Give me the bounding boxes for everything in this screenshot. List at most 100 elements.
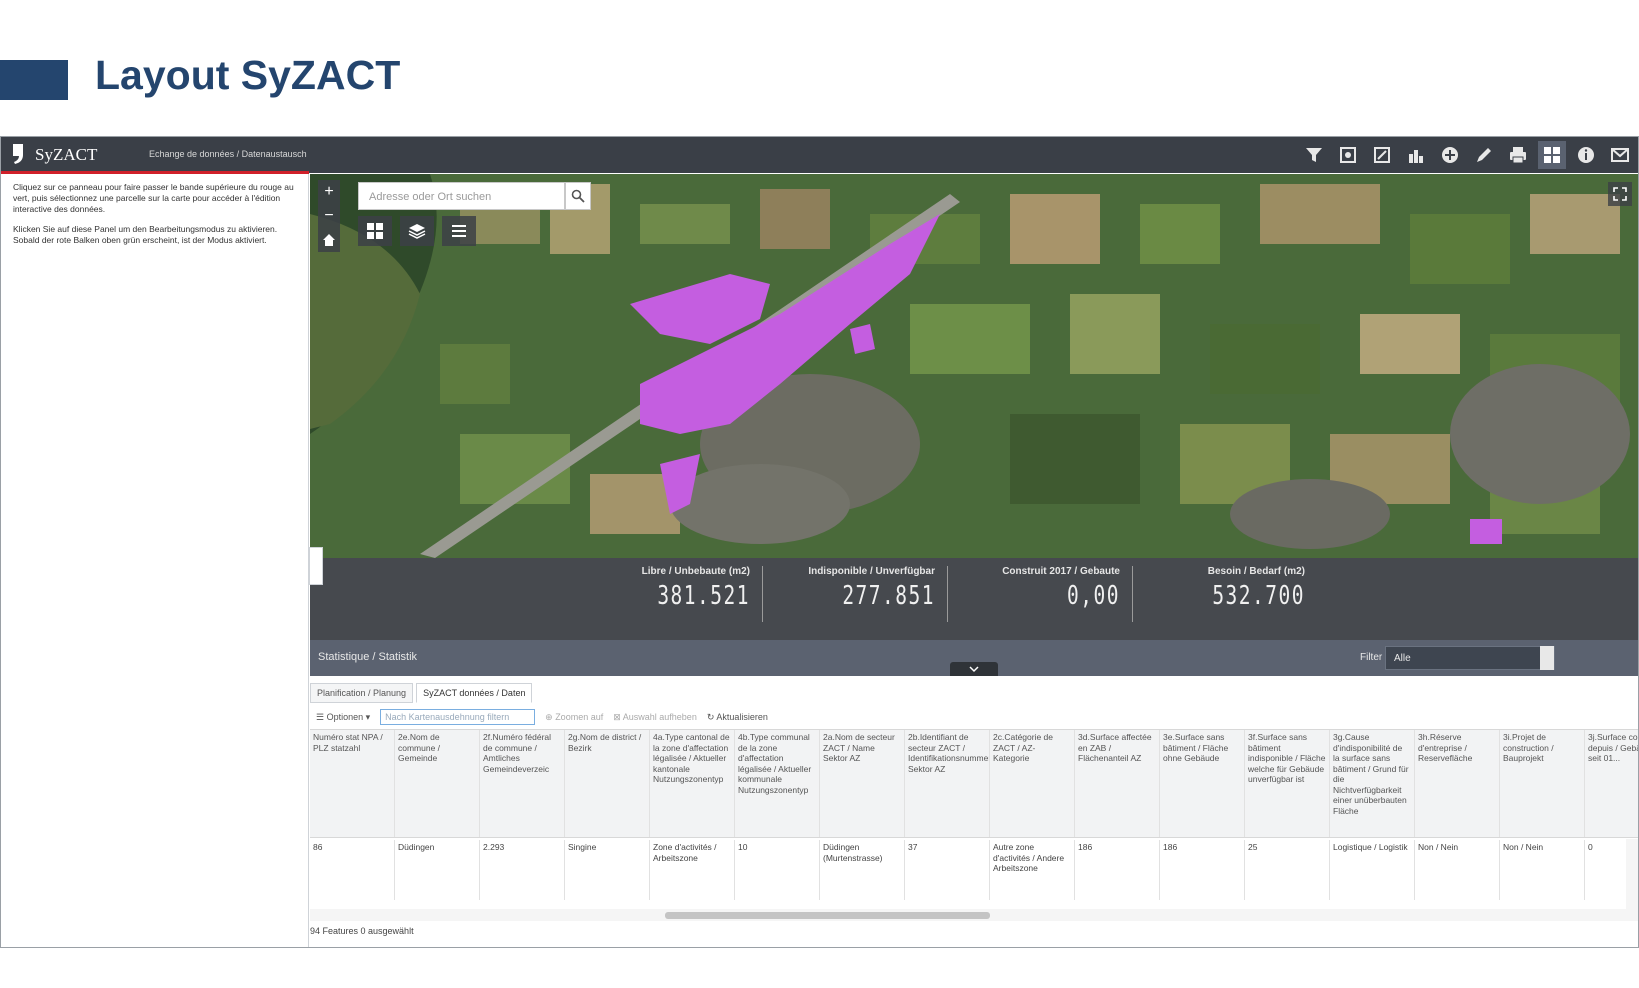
filter-icon[interactable] <box>1300 141 1328 169</box>
vertical-scrollbar[interactable] <box>1626 839 1638 909</box>
column-header[interactable]: 2e.Nom de commune / Gemeinde <box>395 730 480 837</box>
info-icon[interactable] <box>1572 141 1600 169</box>
column-header[interactable]: 2b.Identifiant de secteur ZACT / Identif… <box>905 730 990 837</box>
options-menu-button[interactable]: ☰ Optionen ▾ <box>316 712 370 723</box>
filter-label: Filter <box>1360 652 1383 663</box>
clear-selection-button[interactable]: ⊠ Auswahl aufheben <box>613 712 697 723</box>
instructions-fr: Cliquez sur ce panneau pour faire passer… <box>13 182 294 214</box>
map-search-input[interactable]: Adresse oder Ort suchen <box>358 182 565 210</box>
app-name: SyZACT <box>35 145 98 164</box>
print-icon[interactable] <box>1504 141 1532 169</box>
column-header[interactable]: 3d.Surface affectée en ZAB / Flächenante… <box>1075 730 1160 837</box>
grid-icon[interactable] <box>1538 141 1566 169</box>
stat-value: 532.700 <box>1212 581 1305 611</box>
stat-value: 277.851 <box>842 581 935 611</box>
mail-icon[interactable] <box>1606 141 1634 169</box>
table-cell: Non / Nein <box>1500 840 1585 900</box>
filter-select[interactable]: Alle <box>1385 646 1555 670</box>
column-header[interactable]: 3j.Surface construite depuis / Gebäude s… <box>1585 730 1638 837</box>
table-cell: Logistique / Logistik <box>1330 840 1415 900</box>
select-icon[interactable] <box>1334 141 1362 169</box>
edit-layer-icon[interactable] <box>1368 141 1396 169</box>
legend-icon[interactable] <box>442 216 476 246</box>
column-header[interactable]: 3i.Projet de construction / Bauprojekt <box>1500 730 1585 837</box>
stat-label: Construit 2017 / Gebaute <box>1002 566 1120 577</box>
filter-by-extent-input[interactable]: Nach Kartenausdehnung filtern <box>380 709 536 725</box>
column-header[interactable]: 2g.Nom de district / Bezirk <box>565 730 650 837</box>
main-toolbar <box>1300 141 1634 169</box>
table-header: Numéro stat NPA / PLZ statzahl 2e.Nom de … <box>310 730 1638 838</box>
stat-label: Indisponible / Unverfügbar <box>808 566 935 577</box>
layers-icon[interactable] <box>400 216 434 246</box>
table-row[interactable]: 86 Düdingen 2.293 Singine Zone d'activités /… <box>310 840 1638 900</box>
app-subtitle[interactable]: Echange de données / Datenaustausch <box>149 149 307 159</box>
search-icon[interactable] <box>565 182 591 210</box>
table-cell: 186 <box>1160 840 1245 900</box>
scrollbar-thumb[interactable] <box>665 912 990 919</box>
map-widgets <box>358 216 476 246</box>
refresh-button[interactable]: ↻ Aktualisieren <box>707 712 768 723</box>
column-header[interactable]: 3g.Cause d'indisponibilité de la surface… <box>1330 730 1415 837</box>
home-icon[interactable] <box>318 228 340 252</box>
column-header[interactable]: 2c.Catégorie de ZACT / AZ-Kategorie <box>990 730 1075 837</box>
stat-label: Libre / Unbebaute (m2) <box>641 566 750 577</box>
side-panel-collapse-handle[interactable] <box>309 547 323 585</box>
horizontal-scrollbar[interactable] <box>310 909 1638 921</box>
tab-planning[interactable]: Planification / Planung <box>310 683 414 703</box>
stat-value: 381.521 <box>657 581 750 611</box>
instructions-de: Klicken Sie auf diese Panel um den Bearb… <box>13 224 278 245</box>
fullscreen-icon[interactable] <box>1608 182 1632 206</box>
column-header[interactable]: 2f.Numéro fédéral de commune / Amtliches… <box>480 730 565 837</box>
slide-accent-bar <box>0 60 68 100</box>
stat-demand-area: Besoin / Bedarf (m2) 532.700 <box>1125 566 1305 611</box>
zoom-control: + − <box>318 180 340 252</box>
app-header: SyZACT Echange de données / Datenaustaus… <box>1 137 1638 173</box>
statistics-summary: Libre / Unbebaute (m2) 381.521 Indisponi… <box>310 558 1638 640</box>
zoom-to-button[interactable]: ⊕ Zoomen auf <box>545 712 603 723</box>
chevron-down-icon: ▾ <box>363 711 371 722</box>
clear-selection-icon: ⊠ <box>613 711 623 722</box>
table-cell: 86 <box>310 840 395 900</box>
attribute-tabs: Planification / Planung SyZACT données /… <box>310 683 533 705</box>
map-view[interactable]: + − Adresse oder Ort suchen <box>310 174 1638 558</box>
column-header[interactable]: 3h.Réserve d'entreprise / Reservefläche <box>1415 730 1500 837</box>
zoom-to-label: Zoomen auf <box>555 711 604 722</box>
clear-selection-label: Auswahl aufheben <box>622 711 697 722</box>
stat-label: Besoin / Bedarf (m2) <box>1207 566 1305 577</box>
attribute-table: Numéro stat NPA / PLZ statzahl 2e.Nom de … <box>310 729 1638 909</box>
panel-toggle-button[interactable] <box>950 662 998 676</box>
stat-unavailable-area: Indisponible / Unverfügbar 277.851 <box>755 566 935 611</box>
app-window: SyZACT Echange de données / Datenaustaus… <box>0 136 1639 948</box>
table-cell: 2.293 <box>480 840 565 900</box>
chevron-down-icon[interactable] <box>1540 646 1554 670</box>
draw-icon[interactable] <box>1470 141 1498 169</box>
zoom-out-button[interactable]: − <box>318 204 340 228</box>
basemap-gallery-icon[interactable] <box>358 216 392 246</box>
tab-syzact-data[interactable]: SyZACT données / Daten <box>416 683 533 703</box>
aerial-imagery <box>310 174 1638 558</box>
side-panel[interactable]: Cliquez sur ce panneau pour faire passer… <box>1 174 309 947</box>
table-cell: Zone d'activités / Arbeitszone <box>650 840 735 900</box>
stat-built-area: Construit 2017 / Gebaute 0,00 <box>940 566 1120 611</box>
options-label: Optionen <box>326 711 364 722</box>
table-cell: Düdingen (Murtenstrasse) <box>820 840 905 900</box>
table-cell: Düdingen <box>395 840 480 900</box>
table-cell: 186 <box>1075 840 1160 900</box>
table-cell: 25 <box>1245 840 1330 900</box>
slide-title: Layout SyZACT <box>95 52 401 98</box>
column-header[interactable]: 3f.Surface sans bâtiment indisponible / … <box>1245 730 1330 837</box>
add-icon[interactable] <box>1436 141 1464 169</box>
column-header[interactable]: 4a.Type cantonal de la zone d'affectatio… <box>650 730 735 837</box>
zoom-in-button[interactable]: + <box>318 180 340 204</box>
chart-icon[interactable] <box>1402 141 1430 169</box>
column-header[interactable]: Numéro stat NPA / PLZ statzahl <box>310 730 395 837</box>
column-header[interactable]: 3e.Surface sans bâtiment / Fläche ohne G… <box>1160 730 1245 837</box>
table-toolbar: ☰ Optionen ▾ Nach Kartenausdehnung filte… <box>310 707 1638 727</box>
column-header[interactable]: 4b.Type communal de la zone d'affectatio… <box>735 730 820 837</box>
column-header[interactable]: 2a.Nom de secteur ZACT / Name Sektor AZ <box>820 730 905 837</box>
stat-free-area: Libre / Unbebaute (m2) 381.521 <box>570 566 750 611</box>
refresh-icon: ↻ <box>706 711 717 722</box>
table-cell: Non / Nein <box>1415 840 1500 900</box>
zoom-to-icon: ⊕ <box>545 711 556 722</box>
table-cell: 37 <box>905 840 990 900</box>
